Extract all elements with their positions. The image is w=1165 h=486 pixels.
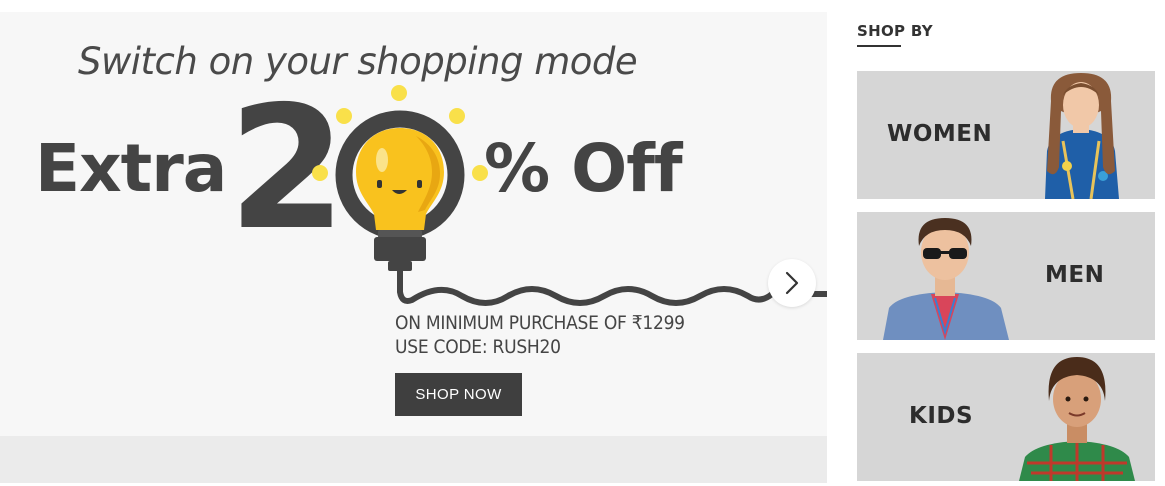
category-card-kids[interactable]: KIDS (857, 353, 1155, 481)
woman-model-image (1045, 73, 1119, 199)
glow-dot (312, 165, 328, 181)
glow-dot (391, 85, 407, 101)
bulb-base (378, 230, 422, 238)
category-label-men: MEN (1045, 262, 1105, 288)
offer-coupon-code: USE CODE: RUSH20 (395, 336, 561, 358)
bulb-plug (374, 237, 426, 261)
bulb-highlight (376, 148, 388, 172)
shop-by-underline (857, 45, 901, 47)
category-label-women: WOMEN (887, 121, 993, 147)
glow-dot (336, 108, 352, 124)
offer-minimum-purchase: ON MINIMUM PURCHASE OF ₹1299 (395, 312, 685, 334)
kid-model-image (1019, 357, 1135, 481)
chevron-right-icon (785, 271, 799, 295)
promo-banner[interactable]: Switch on your shopping mode Extra 2 % O… (0, 12, 827, 483)
glow-dot (449, 108, 465, 124)
category-label-kids: KIDS (909, 403, 974, 429)
man-model-image (883, 218, 1009, 340)
bulb-cable (397, 268, 827, 306)
carousel-next-button[interactable] (768, 259, 816, 307)
category-card-women[interactable]: WOMEN (857, 71, 1155, 199)
bulb-eye (377, 180, 382, 188)
bulb-eye (417, 180, 422, 188)
category-card-men[interactable]: MEN (857, 212, 1155, 340)
shop-by-heading: SHOP BY (857, 22, 933, 40)
promo-banner-slide: Switch on your shopping mode Extra 2 % O… (0, 12, 827, 436)
shop-now-button[interactable]: SHOP NOW (395, 373, 522, 416)
glow-dot (472, 165, 488, 181)
